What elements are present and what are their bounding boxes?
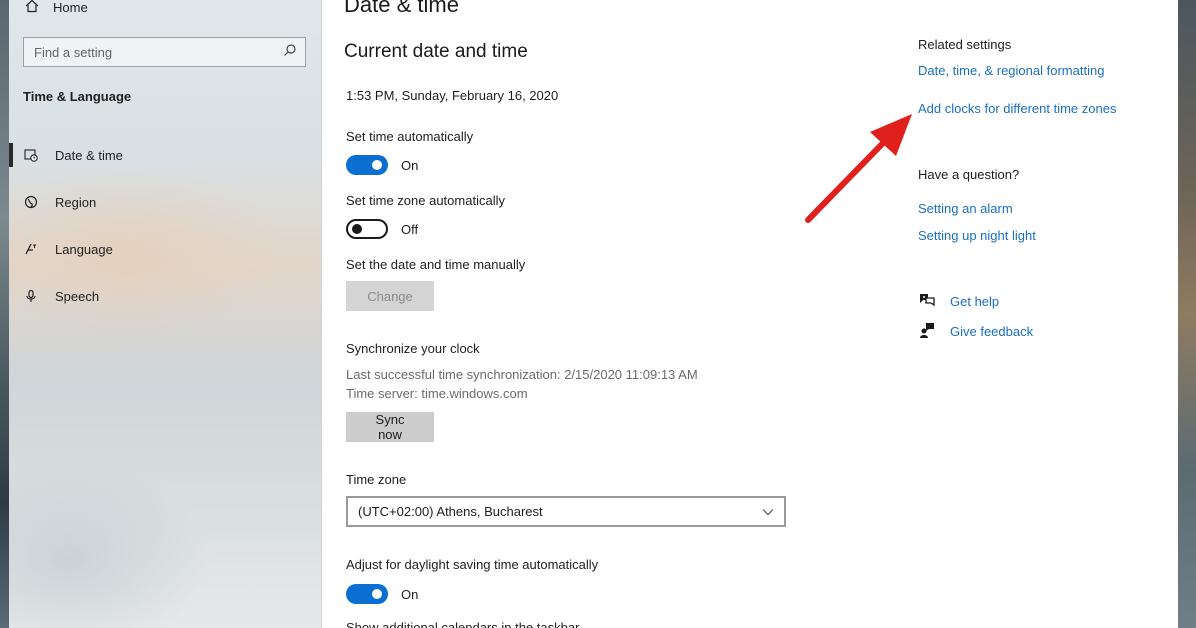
nav-home-label: Home <box>53 0 88 15</box>
link-regional-formatting[interactable]: Date, time, & regional formatting <box>918 63 1104 78</box>
microphone-icon <box>23 288 39 304</box>
calendar-clock-icon <box>23 147 39 163</box>
link-setting-alarm[interactable]: Setting an alarm <box>918 201 1013 216</box>
sidebar-item-speech[interactable]: Speech <box>23 285 99 307</box>
home-icon <box>25 0 39 16</box>
give-feedback-label: Give feedback <box>950 324 1034 339</box>
search-icon[interactable] <box>283 43 297 62</box>
sidebar-item-label: Date & time <box>55 147 123 163</box>
settings-sidebar: Home Time & Language Date & time Region … <box>9 0 322 628</box>
help-chat-icon <box>918 292 936 311</box>
search-input[interactable] <box>34 44 264 60</box>
get-help-label: Get help <box>950 294 1000 309</box>
sidebar-section-title: Time & Language <box>23 89 132 104</box>
sync-now-button[interactable]: Sync now <box>346 412 434 442</box>
timezone-select[interactable]: (UTC+02:00) Athens, Bucharest <box>346 496 786 527</box>
globe-icon <box>23 194 39 210</box>
main-content: Date & time Current date and time 1:53 P… <box>322 0 1178 628</box>
search-box[interactable] <box>23 37 306 67</box>
dst-label: Adjust for daylight saving time automati… <box>346 557 599 572</box>
related-settings-title: Related settings <box>918 37 1012 52</box>
set-time-auto-state: On <box>401 158 419 173</box>
feedback-person-icon <box>918 322 936 341</box>
sidebar-item-label: Speech <box>55 288 100 304</box>
active-indicator <box>9 143 13 167</box>
sidebar-item-date-time[interactable]: Date & time <box>23 144 123 166</box>
set-timezone-auto-toggle[interactable] <box>346 219 388 239</box>
last-sync-text: Last successful time synchronization: 2/… <box>346 367 698 382</box>
sidebar-item-region[interactable]: Region <box>23 191 96 213</box>
sync-title: Synchronize your clock <box>346 341 480 356</box>
dst-toggle[interactable] <box>346 584 388 604</box>
dst-state: On <box>401 587 419 602</box>
give-feedback-link[interactable]: Give feedback <box>918 322 1033 341</box>
get-help-link[interactable]: Get help <box>918 292 999 311</box>
link-night-light[interactable]: Setting up night light <box>918 228 1036 243</box>
page-title: Date & time <box>344 0 459 17</box>
chevron-down-icon <box>762 504 774 519</box>
sidebar-item-language[interactable]: Language <box>23 238 113 260</box>
set-time-auto-label: Set time automatically <box>346 129 474 144</box>
manual-time-label: Set the date and time manually <box>346 257 526 272</box>
timezone-label: Time zone <box>346 472 407 487</box>
set-time-auto-toggle[interactable] <box>346 155 388 175</box>
desktop-background-left <box>0 0 9 628</box>
time-server-text: Time server: time.windows.com <box>346 386 528 401</box>
desktop-background-right <box>1178 0 1196 628</box>
sidebar-item-label: Language <box>55 241 113 257</box>
set-timezone-auto-state: Off <box>401 222 419 237</box>
nav-home[interactable]: Home <box>25 0 88 17</box>
language-icon <box>23 241 39 257</box>
section-heading: Current date and time <box>344 41 528 62</box>
link-add-clocks[interactable]: Add clocks for different time zones <box>918 101 1116 116</box>
timezone-value: (UTC+02:00) Athens, Bucharest <box>358 504 543 519</box>
sidebar-item-label: Region <box>55 194 97 210</box>
additional-calendars-label: Show additional calendars in the taskbar <box>346 620 580 628</box>
set-timezone-auto-label: Set time zone automatically <box>346 193 505 208</box>
current-datetime: 1:53 PM, Sunday, February 16, 2020 <box>346 88 559 103</box>
change-button[interactable]: Change <box>346 281 434 311</box>
question-title: Have a question? <box>918 167 1020 182</box>
